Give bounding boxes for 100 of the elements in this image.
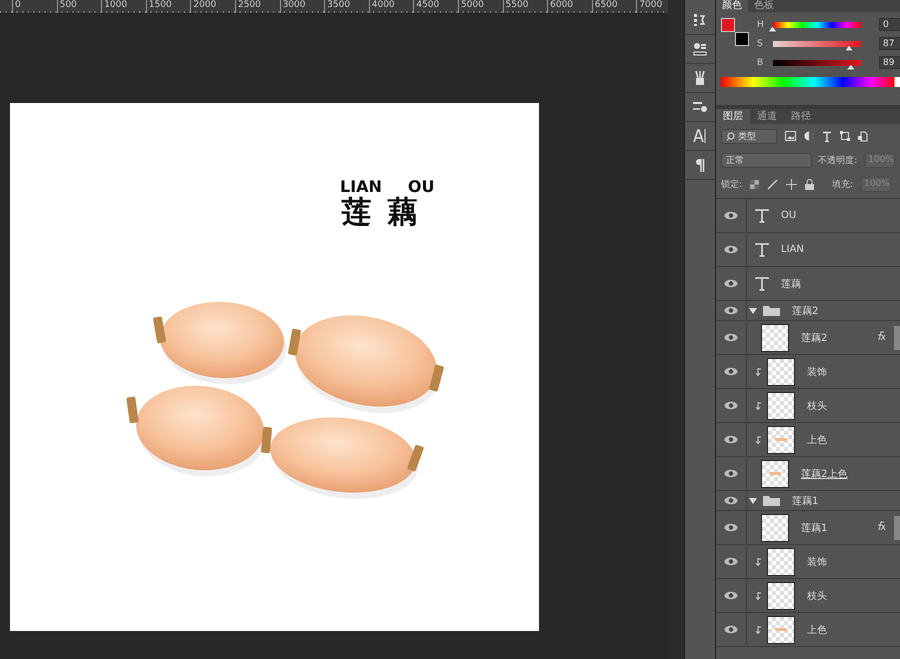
slider-thumb[interactable]	[847, 64, 854, 70]
layer-row[interactable]: 装饰	[716, 545, 900, 580]
fill-label: 填充:	[832, 178, 854, 191]
ruler-label: 5000	[458, 0, 503, 13]
visibility-eye-icon[interactable]	[724, 557, 738, 566]
layer-row[interactable]: 莲藕	[716, 267, 900, 302]
lock-label: 锁定:	[721, 178, 742, 191]
value-field[interactable]: 0	[879, 18, 900, 31]
layer-thumbnail	[767, 548, 795, 576]
layer-name: 莲藕2	[801, 332, 828, 345]
ruler-label: 5500	[502, 0, 548, 13]
layer-name: 莲藕1	[801, 522, 828, 535]
layer-row[interactable]: 莲藕2	[716, 321, 900, 356]
layer-name: OU	[781, 210, 796, 222]
text-layer-icon	[755, 276, 769, 291]
layer-row[interactable]: 莲藕2上色	[716, 457, 900, 492]
ruler-label: 4000	[368, 0, 414, 13]
value-field[interactable]: 87	[879, 37, 900, 50]
image-icon[interactable]	[785, 131, 796, 142]
ruler-label: 4500	[413, 0, 458, 13]
filter-dropdown[interactable]: 类型	[721, 128, 777, 144]
layer-row[interactable]: OU	[716, 199, 900, 234]
layer-row[interactable]: 枝头	[716, 579, 900, 614]
ruler-label: 3500	[324, 0, 369, 13]
layer-thumbnail	[761, 514, 789, 542]
slider-label: S	[757, 38, 764, 48]
expand-triangle-icon[interactable]	[749, 308, 757, 314]
layer-name: 装饰	[807, 556, 827, 569]
ruler-label: 500	[56, 0, 102, 13]
layer-row[interactable]: 上色	[716, 423, 900, 458]
lock-pixels-icon[interactable]	[750, 180, 760, 189]
visibility-eye-icon[interactable]	[724, 469, 738, 478]
visibility-eye-icon[interactable]	[724, 401, 738, 410]
visibility-eye-icon[interactable]	[724, 306, 738, 316]
visibility-eye-icon[interactable]	[724, 367, 738, 376]
value-field[interactable]: 89	[879, 56, 900, 69]
expand-triangle-icon[interactable]	[749, 498, 757, 504]
brush-icon[interactable]	[767, 178, 778, 190]
title-latin: LIAN	[340, 177, 382, 196]
layer-row[interactable]: 莲藕2	[716, 301, 900, 322]
foreground-color-swatch[interactable]	[721, 18, 735, 32]
history-icon[interactable]	[693, 13, 707, 27]
layer-thumbnail	[767, 582, 795, 610]
slider-thumb[interactable]	[846, 46, 853, 50]
visibility-eye-icon[interactable]	[724, 245, 738, 254]
layer-name: 莲藕2上色	[801, 468, 848, 481]
layer-row[interactable]: LIAN	[716, 233, 900, 268]
ruler-label: 1500	[146, 0, 190, 13]
ruler-label: 6000	[547, 0, 592, 13]
shape-icon[interactable]	[840, 131, 850, 142]
visibility-eye-icon[interactable]	[724, 279, 738, 288]
slider-label: B	[757, 58, 764, 68]
properties-icon[interactable]	[693, 42, 707, 56]
layer-name: 莲藕	[781, 278, 801, 291]
panel-tab[interactable]: 图层	[716, 109, 750, 124]
ruler-label: 6500	[592, 0, 636, 13]
opacity-label: 不透明度:	[818, 154, 858, 167]
layer-name: 枝头	[807, 400, 827, 413]
text-a-icon[interactable]	[693, 128, 707, 144]
folder-icon	[763, 305, 780, 316]
type-icon[interactable]	[822, 130, 832, 142]
layer-row[interactable]: 上色	[716, 613, 900, 648]
layer-row[interactable]: 装饰	[716, 355, 900, 390]
brush-preset-icon[interactable]	[692, 100, 708, 114]
blend-mode-dropdown[interactable]: 正常	[721, 152, 812, 168]
panel-tab[interactable]: 路径	[784, 109, 818, 124]
pilcrow-icon[interactable]	[695, 158, 705, 172]
layer-name: 枝头	[807, 590, 827, 603]
layer-name: 上色	[807, 434, 827, 447]
title-chinese: 莲藕	[341, 196, 434, 230]
adjustment-icon[interactable]	[804, 131, 814, 142]
visibility-eye-icon[interactable]	[724, 591, 738, 600]
folder-icon	[763, 495, 780, 506]
layer-name: 莲藕2	[792, 304, 818, 318]
title-latin: OU	[408, 177, 435, 196]
ruler-label: 3000	[280, 0, 324, 13]
slider-thumb[interactable]	[769, 26, 776, 32]
visibility-eye-icon[interactable]	[724, 523, 738, 532]
visibility-eye-icon[interactable]	[724, 435, 738, 444]
brushes-icon[interactable]	[693, 70, 707, 86]
panel-tab[interactable]: 通道	[750, 109, 784, 124]
ruler-label: 2500	[234, 0, 280, 13]
layer-thumbnail	[767, 358, 795, 386]
layer-row[interactable]: 莲藕1	[716, 491, 900, 512]
visibility-eye-icon[interactable]	[724, 496, 738, 506]
background-color-swatch[interactable]	[735, 32, 749, 46]
text-layer-icon	[755, 208, 769, 223]
visibility-eye-icon[interactable]	[724, 625, 738, 634]
lock-icon[interactable]	[805, 178, 814, 190]
color-spectrum[interactable]	[721, 77, 900, 87]
layer-name: 上色	[807, 624, 827, 637]
search-icon	[726, 132, 735, 141]
layer-row[interactable]: 枝头	[716, 389, 900, 424]
ruler-label: 0	[12, 0, 57, 13]
move-icon[interactable]	[786, 178, 798, 190]
layer-row[interactable]: 莲藕1	[716, 511, 900, 546]
smart-object-icon[interactable]	[858, 130, 868, 142]
visibility-eye-icon[interactable]	[724, 211, 738, 220]
layer-name: LIAN	[781, 244, 804, 256]
visibility-eye-icon[interactable]	[724, 333, 738, 342]
